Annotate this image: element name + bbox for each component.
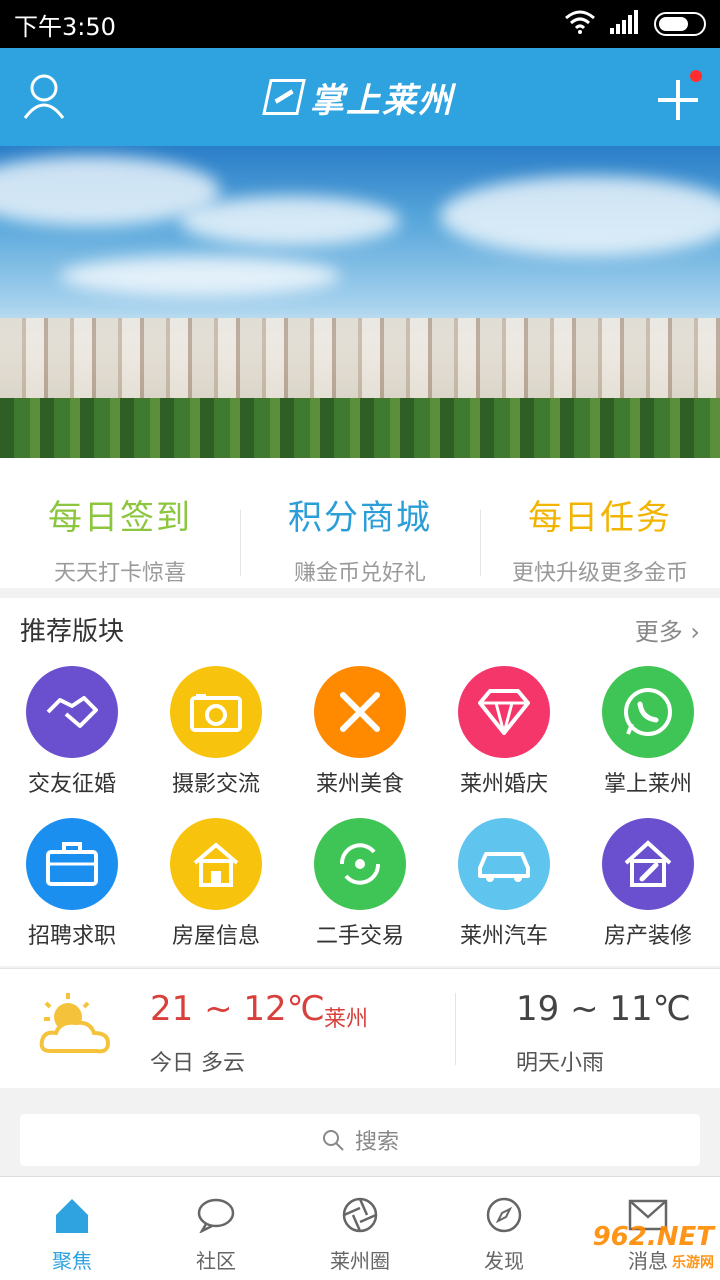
fork-knife-icon: [314, 666, 406, 758]
wifi-icon: [564, 10, 596, 38]
quick-link-subtitle: 赚金币兑好礼: [293, 561, 426, 586]
phone-chat-icon: [602, 666, 694, 758]
recommended-sections: 推荐版块 更多 › 交友征婚 摄影交流 莱州美食 莱州婚庆 掌上莱州 招聘求职 …: [0, 598, 720, 966]
diamond-icon: [458, 666, 550, 758]
house-brush-icon: [602, 818, 694, 910]
section-item-food[interactable]: 莱州美食: [288, 660, 432, 812]
weather-city: 莱州: [324, 1007, 369, 1032]
tomorrow-description: 明天小雨: [516, 1051, 605, 1076]
tab-laizhou-circle[interactable]: 莱州圈: [288, 1177, 432, 1280]
quick-link-subtitle: 更快升级更多金币: [511, 561, 688, 586]
tab-discover[interactable]: 发现: [432, 1177, 576, 1280]
aperture-icon: [338, 1193, 382, 1237]
quick-link-daily-tasks[interactable]: 每日任务 更快升级更多金币: [480, 458, 720, 588]
more-label: 更多: [634, 617, 683, 646]
camera-icon: [170, 666, 262, 758]
section-item-label: 莱州美食: [315, 772, 404, 797]
section-item-label: 掌上莱州: [603, 772, 692, 797]
home-icon: [50, 1193, 94, 1237]
car-icon: [458, 818, 550, 910]
section-item-wedding[interactable]: 莱州婚庆: [432, 660, 576, 812]
search-placeholder: 搜索: [354, 1130, 399, 1155]
recycle-icon: [314, 818, 406, 910]
section-item-secondhand[interactable]: 二手交易: [288, 812, 432, 964]
user-profile-button[interactable]: [22, 72, 66, 122]
compass-icon: [482, 1193, 526, 1237]
section-item-label: 莱州婚庆: [459, 772, 548, 797]
quick-link-points-mall[interactable]: 积分商城 赚金币兑好礼: [240, 458, 480, 588]
site-watermark: 962.NET 乐游网: [593, 1222, 714, 1272]
quick-link-daily-checkin[interactable]: 每日签到 天天打卡惊喜: [0, 458, 240, 588]
status-time: 下午3:50: [14, 12, 116, 41]
section-item-cars[interactable]: 莱州汽车: [432, 812, 576, 964]
house-icon: [170, 818, 262, 910]
app-bar: 掌上莱州: [0, 48, 720, 146]
app-logo: 掌上莱州: [262, 73, 454, 122]
partly-cloudy-icon: [39, 993, 111, 1054]
section-item-label: 招聘求职: [27, 924, 116, 949]
tab-label: 聚焦: [52, 1249, 92, 1273]
briefcase-icon: [26, 818, 118, 910]
section-item-decoration[interactable]: 房产装修: [576, 812, 720, 964]
tab-community[interactable]: 社区: [144, 1177, 288, 1280]
add-button[interactable]: [656, 70, 702, 122]
signal-icon: [610, 10, 640, 38]
today-temperature: 21 ~ 12℃: [150, 989, 325, 1029]
tab-label: 社区: [196, 1249, 236, 1273]
battery-icon: [654, 12, 706, 36]
chat-bubble-icon: [194, 1193, 238, 1237]
search-input[interactable]: 搜索: [20, 1114, 700, 1166]
search-icon: [322, 1130, 344, 1151]
section-item-photography[interactable]: 摄影交流: [144, 660, 288, 812]
tab-label: 发现: [484, 1249, 524, 1273]
quick-link-title: 积分商城: [288, 498, 432, 538]
watermark-site: 乐游网: [672, 1255, 714, 1271]
notification-dot: [690, 70, 702, 82]
quick-link-title: 每日签到: [48, 498, 192, 538]
section-item-label: 房产装修: [603, 924, 692, 949]
watermark-brand: 962.NET: [592, 1222, 714, 1252]
tab-focus[interactable]: 聚焦: [0, 1177, 144, 1280]
status-bar: 下午3:50: [0, 0, 720, 48]
today-description: 今日 多云: [150, 1051, 245, 1076]
weather-card[interactable]: 21 ~ 12℃ 莱州 今日 多云 19 ~ 11℃ 明天小雨: [0, 968, 720, 1088]
section-item-jobs[interactable]: 招聘求职: [0, 812, 144, 964]
handshake-icon: [26, 666, 118, 758]
section-item-housing[interactable]: 房屋信息: [144, 812, 288, 964]
quick-link-subtitle: 天天打卡惊喜: [53, 561, 186, 586]
section-item-laizhou[interactable]: 掌上莱州: [576, 660, 720, 812]
section-item-label: 房屋信息: [171, 924, 260, 949]
more-link[interactable]: 更多 ›: [635, 612, 700, 647]
tree-line: [0, 398, 720, 458]
quick-links: 每日签到 天天打卡惊喜 积分商城 赚金币兑好礼 每日任务 更快升级更多金币: [0, 458, 720, 588]
section-item-dating[interactable]: 交友征婚: [0, 660, 144, 812]
section-item-label: 摄影交流: [171, 772, 260, 797]
section-item-label: 二手交易: [315, 924, 404, 949]
chevron-right-icon: ›: [690, 617, 700, 646]
quick-link-title: 每日任务: [528, 498, 672, 538]
banner-image[interactable]: [0, 146, 720, 458]
logo-mark-icon: [262, 79, 306, 115]
section-item-label: 莱州汽车: [459, 924, 548, 949]
tab-label: 莱州圈: [330, 1249, 390, 1273]
app-title: 掌上莱州: [310, 80, 454, 121]
divider: [455, 993, 456, 1065]
section-title: 推荐版块: [20, 616, 125, 647]
section-item-label: 交友征婚: [27, 772, 116, 797]
tomorrow-temperature: 19 ~ 11℃: [516, 989, 691, 1029]
bottom-tab-bar: 聚焦 社区 莱州圈 发现 消息 962.NET 乐游网: [0, 1176, 720, 1280]
user-icon: [23, 74, 65, 119]
